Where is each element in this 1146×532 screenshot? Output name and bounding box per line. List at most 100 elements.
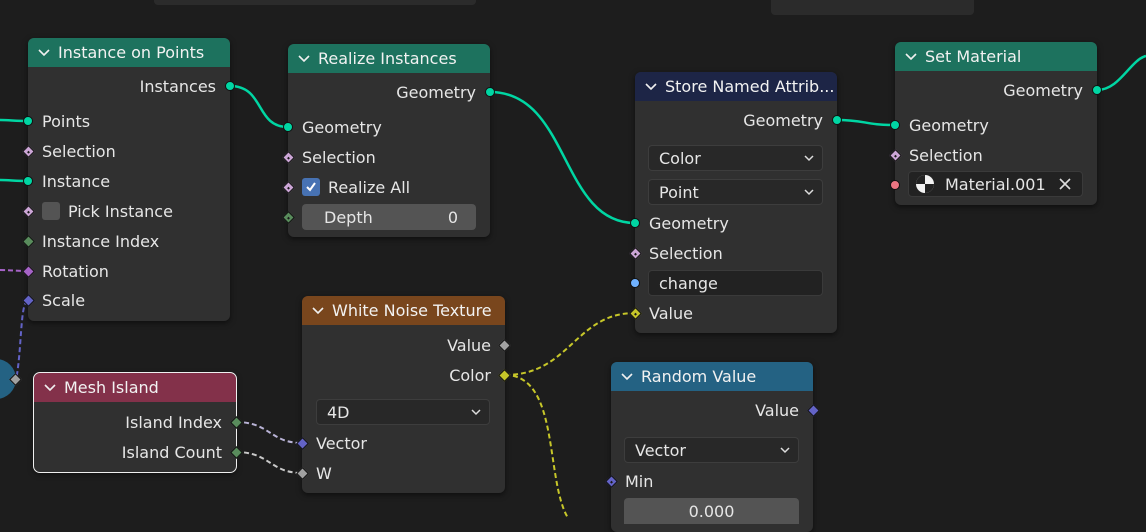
input-label: Instance	[42, 171, 111, 191]
node-title: Store Named Attrib...	[665, 77, 835, 96]
geometry-output-socket[interactable]	[1092, 85, 1102, 95]
link-store-to-setmaterial	[836, 118, 896, 127]
node-store-named-attribute[interactable]: Store Named Attrib... Geometry Color Poi…	[629, 72, 842, 333]
output-label: Geometry	[743, 110, 823, 130]
node-header[interactable]: Realize Instances	[288, 44, 490, 73]
dropdown-value: 4D	[327, 402, 350, 422]
input-label: Realize All	[328, 177, 411, 197]
link-island-index-to-vector	[235, 421, 303, 444]
chevron-down-icon[interactable]	[312, 305, 324, 317]
points-input-socket[interactable]	[23, 116, 33, 126]
input-label: Pick Instance	[68, 201, 173, 221]
pick-instance-checkbox[interactable]	[42, 202, 60, 220]
geometry-output-socket[interactable]	[832, 115, 842, 125]
output-label: Value	[755, 400, 799, 420]
chevron-down-icon	[780, 447, 790, 454]
dropdown-value: Point	[659, 182, 699, 202]
output-label: Geometry	[1003, 80, 1083, 100]
input-label: W	[316, 463, 332, 483]
name-field[interactable]: change	[648, 270, 823, 296]
depth-label: Depth	[324, 207, 373, 227]
node-header[interactable]: Set Material	[895, 42, 1097, 71]
chevron-down-icon	[804, 189, 814, 196]
chevron-down-icon[interactable]	[905, 51, 917, 63]
input-label: Selection	[42, 141, 116, 161]
input-label: Scale	[42, 290, 86, 310]
close-icon[interactable]	[1058, 177, 1072, 191]
output-label: Color	[449, 365, 491, 385]
name-value: change	[659, 273, 718, 293]
node-header[interactable]: Store Named Attrib...	[635, 72, 837, 101]
chevron-down-icon	[471, 409, 481, 416]
geometry-input-socket[interactable]	[283, 122, 293, 132]
node-set-material[interactable]: Set Material Geometry Geometry Selection…	[889, 42, 1102, 205]
input-label: Min	[625, 471, 654, 491]
link-setmaterial-out	[1096, 54, 1146, 92]
dropdown-value: Vector	[635, 440, 686, 460]
geometry-input-socket[interactable]	[890, 120, 900, 130]
output-label: Island Index	[125, 412, 222, 432]
node-title: Realize Instances	[318, 49, 457, 68]
link-island-count-to-w	[235, 451, 303, 474]
node-instance-on-points[interactable]: Instance on Points Instances Points Sele…	[22, 38, 235, 321]
input-label: Value	[649, 303, 693, 323]
link-color-down	[504, 374, 569, 518]
geometry-output-socket[interactable]	[485, 87, 495, 97]
link-instances-to-realize	[229, 84, 289, 129]
domain-dropdown[interactable]: Point	[648, 179, 823, 205]
geometry-input-socket[interactable]	[630, 218, 640, 228]
chevron-down-icon	[804, 155, 814, 162]
instance-input-socket[interactable]	[23, 176, 33, 186]
depth-field[interactable]: Depth 0	[302, 204, 476, 230]
node-title: White Noise Texture	[332, 301, 492, 320]
input-label: Geometry	[649, 213, 729, 233]
depth-value: 0	[447, 207, 458, 227]
node-title: Random Value	[641, 367, 757, 386]
chevron-down-icon[interactable]	[44, 382, 56, 394]
chevron-down-icon[interactable]	[38, 47, 50, 59]
link-realize-to-store	[489, 90, 636, 225]
checkmark-icon	[306, 182, 316, 192]
min-x-field[interactable]: 0.000	[624, 498, 799, 524]
input-label: Selection	[302, 147, 376, 167]
output-label: Island Count	[121, 442, 222, 462]
node-title: Instance on Points	[58, 43, 205, 62]
node-random-value[interactable]: Random Value Value Vector Min 0.000	[605, 362, 820, 532]
input-label: Geometry	[909, 115, 989, 135]
node-header[interactable]: Instance on Points	[28, 38, 230, 67]
node-header[interactable]: Mesh Island	[34, 373, 236, 402]
node-header[interactable]: Random Value	[611, 362, 813, 391]
link-scale	[15, 300, 29, 381]
node-title: Mesh Island	[64, 378, 159, 397]
material-value: Material.001	[945, 174, 1046, 194]
chevron-down-icon[interactable]	[621, 371, 633, 383]
input-label: Vector	[316, 433, 367, 453]
input-label: Selection	[649, 243, 723, 263]
node-mesh-island[interactable]: Mesh Island Island Index Island Count	[33, 372, 243, 473]
material-input-socket[interactable]	[890, 180, 900, 190]
output-label: Geometry	[396, 82, 476, 102]
input-label: Geometry	[302, 117, 382, 137]
partial-node-top-right	[771, 0, 974, 15]
input-label: Points	[42, 111, 91, 131]
material-sphere-icon	[916, 175, 934, 193]
chevron-down-icon[interactable]	[645, 81, 657, 93]
input-label: Rotation	[42, 261, 109, 281]
node-title: Set Material	[925, 47, 1022, 66]
realize-all-checkbox[interactable]	[302, 178, 320, 196]
node-header[interactable]: White Noise Texture	[302, 296, 505, 325]
input-label: Selection	[909, 145, 983, 165]
node-realize-instances[interactable]: Realize Instances Geometry Geometry Sele…	[282, 44, 495, 237]
input-label: Instance Index	[42, 231, 160, 251]
name-input-socket[interactable]	[630, 278, 640, 288]
node-white-noise-texture[interactable]: White Noise Texture Value Color 4D Vecto…	[296, 296, 511, 493]
data-type-dropdown[interactable]: Vector	[624, 437, 799, 463]
output-label: Instances	[139, 76, 216, 96]
output-label: Value	[447, 335, 491, 355]
instances-output-socket[interactable]	[225, 81, 235, 91]
chevron-down-icon[interactable]	[298, 53, 310, 65]
partial-node-top-left	[154, 0, 476, 5]
data-type-dropdown[interactable]: Color	[648, 145, 823, 171]
dimensions-dropdown[interactable]: 4D	[316, 399, 490, 425]
material-field[interactable]: Material.001	[908, 171, 1083, 197]
